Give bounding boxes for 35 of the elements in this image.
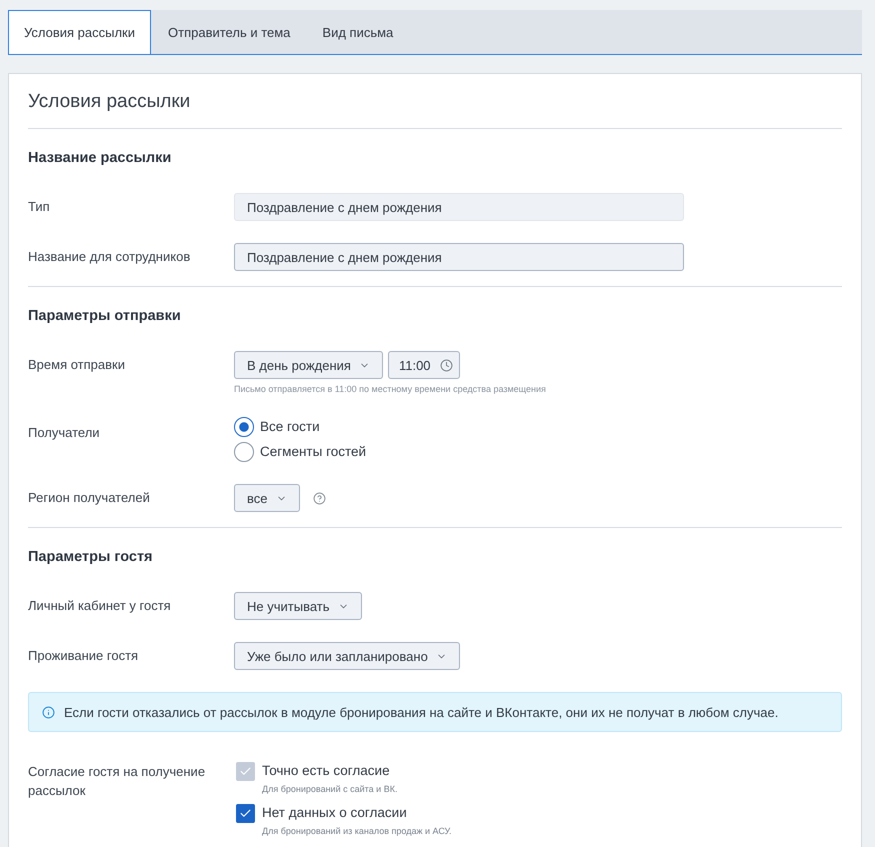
radio-button[interactable] — [234, 417, 254, 437]
section-heading: Название рассылки — [28, 149, 172, 168]
dropdown[interactable]: все — [234, 484, 300, 512]
checkbox[interactable] — [236, 804, 255, 823]
tab[interactable]: Вид письма — [306, 10, 410, 54]
radio-button[interactable] — [234, 442, 254, 462]
field-label: Название для сотрудников — [28, 248, 192, 266]
notice-text: Если гости отказались от рассылок в модуле бронирования на сайте и ВКонтакте, они их не получат в любом случае. — [64, 704, 778, 720]
field-label: Согласие гостя на получение рассылок — [28, 763, 206, 800]
dropdown[interactable]: В день рождения — [234, 351, 383, 379]
option-label: Нет данных о согласии — [262, 804, 407, 822]
section-heading: Параметры гостя — [28, 548, 154, 567]
clock-icon — [440, 358, 453, 372]
field-label: Личный кабинет у гостя — [28, 597, 172, 615]
field-hint: Письмо отправляется в 11:00 по местному времени средства размещения — [234, 384, 547, 395]
field-label: Тип — [28, 198, 51, 216]
tab[interactable]: Отправитель и тема — [152, 10, 306, 54]
field-label: Регион получателей — [28, 489, 151, 507]
text-field[interactable]: Поздравление с днем рождения — [234, 243, 684, 271]
option-note: Для бронирований из каналов продаж и АСУ. — [262, 825, 452, 837]
field-label: Получатели — [28, 424, 101, 442]
option-note: Для бронирований с сайта и ВК. — [262, 783, 398, 795]
field-label: Время отправки — [28, 356, 126, 374]
info-icon — [42, 706, 55, 718]
card-title: Условия рассылки — [28, 90, 192, 114]
section-heading: Параметры отправки — [28, 307, 182, 326]
field-label: Проживание гостя — [28, 647, 140, 665]
option-label: Все гости — [260, 418, 320, 436]
time-field[interactable]: 11:00 — [388, 351, 460, 379]
help-icon[interactable] — [312, 492, 326, 504]
dropdown[interactable]: Уже было или запланировано — [234, 642, 460, 670]
tab[interactable]: Условия рассылки — [8, 10, 152, 54]
dropdown[interactable]: Не учитывать — [234, 592, 362, 620]
option-label: Сегменты гостей — [260, 443, 366, 461]
option-label: Точно есть согласие — [262, 762, 390, 780]
